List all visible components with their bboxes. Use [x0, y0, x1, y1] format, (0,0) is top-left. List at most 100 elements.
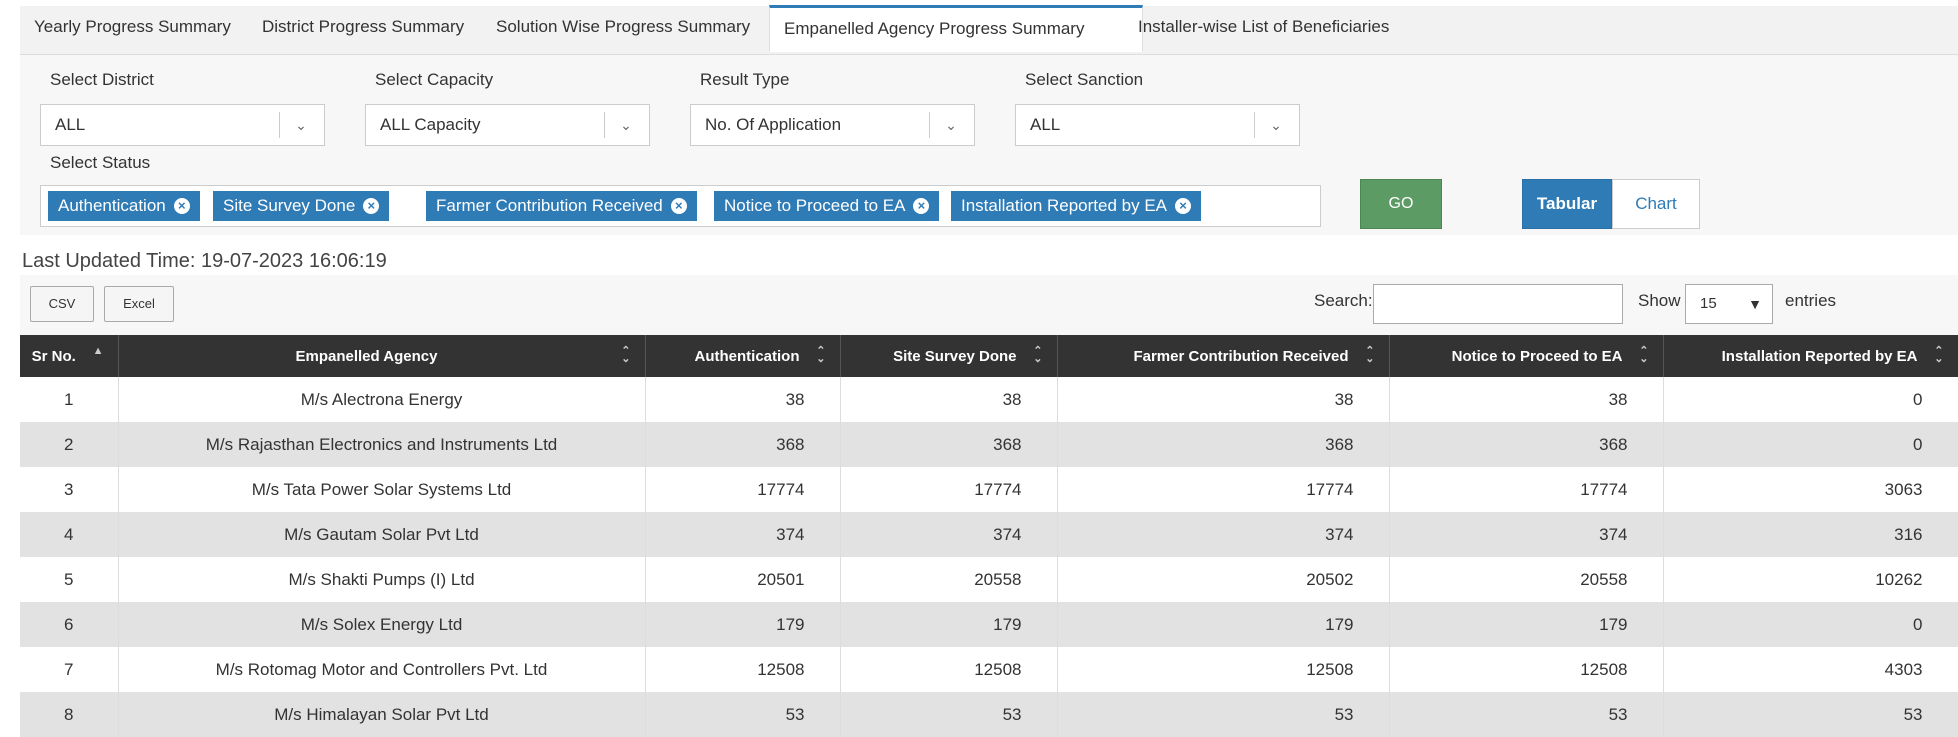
table-row: 4 M/s Gautam Solar Pvt Ltd 374 374 374 3…	[20, 512, 1958, 557]
cell-agency: M/s Alectrona Energy	[118, 377, 646, 422]
cell-agency: M/s Rotomag Motor and Controllers Pvt. L…	[118, 647, 646, 692]
cell-notice-to-proceed: 12508	[1389, 647, 1664, 692]
chevron-down-icon: ⌄	[295, 117, 307, 133]
cell-agency: M/s Rajasthan Electronics and Instrument…	[118, 422, 646, 467]
cell-installation-reported: 0	[1663, 422, 1958, 467]
cell-site-survey-done: 179	[840, 602, 1058, 647]
sanction-select[interactable]: ALL ⌄	[1015, 104, 1300, 146]
cell-authentication: 179	[645, 602, 841, 647]
cell-authentication: 38	[645, 377, 841, 422]
tab-district-progress-summary[interactable]: District Progress Summary	[262, 6, 464, 54]
cell-agency: M/s Gautam Solar Pvt Ltd	[118, 512, 646, 557]
tab-yearly-progress-summary[interactable]: Yearly Progress Summary	[34, 6, 231, 54]
cell-agency: M/s Shakti Pumps (I) Ltd	[118, 557, 646, 602]
table-row: 5 M/s Shakti Pumps (I) Ltd 20501 20558 2…	[20, 557, 1958, 602]
page-length-value: 15	[1700, 295, 1717, 312]
remove-tag-icon[interactable]: ×	[363, 198, 380, 214]
column-header-farmer-contribution-received[interactable]: Farmer Contribution Received ⌃ ⌄	[1057, 335, 1390, 377]
sanction-label: Select Sanction	[1025, 70, 1144, 89]
cell-authentication: 374	[645, 512, 841, 557]
table-row: 2 M/s Rajasthan Electronics and Instrume…	[20, 422, 1958, 467]
sanction-value: ALL	[1030, 115, 1061, 134]
remove-tag-icon[interactable]: ×	[913, 198, 930, 214]
cell-farmer-contribution: 53	[1057, 692, 1390, 737]
go-button[interactable]: GO	[1360, 179, 1442, 229]
page-length-select[interactable]: 15 ▼	[1685, 284, 1773, 324]
cell-site-survey-done: 53	[840, 692, 1058, 737]
agency-progress-table: Sr No. ▲ Empanelled Agency ⌃ ⌄ Authentica…	[20, 335, 1958, 737]
column-header-label: Empanelled Agency	[295, 347, 438, 365]
status-tag-authentication[interactable]: Authentication ×	[48, 191, 200, 221]
search-label: Search:	[1314, 291, 1373, 310]
cell-site-survey-done: 20558	[840, 557, 1058, 602]
chevron-down-icon: ⌄	[1270, 117, 1282, 133]
capacity-value: ALL Capacity	[380, 115, 481, 134]
column-header-empanelled-agency[interactable]: Empanelled Agency ⌃ ⌄	[118, 335, 646, 377]
cell-authentication: 17774	[645, 467, 841, 512]
summary-tabs: Yearly Progress Summary District Progres…	[20, 5, 1958, 55]
chevron-down-icon: ⌄	[620, 117, 632, 133]
remove-tag-icon[interactable]: ×	[1175, 198, 1192, 214]
sort-icon: ⌃ ⌄	[1639, 345, 1649, 365]
sort-icon: ⌃ ⌄	[816, 345, 826, 365]
tag-label: Farmer Contribution Received	[436, 196, 663, 215]
cell-notice-to-proceed: 38	[1389, 377, 1664, 422]
chart-view-button[interactable]: Chart	[1612, 179, 1700, 229]
cell-authentication: 53	[645, 692, 841, 737]
tab-installer-wise-list[interactable]: Installer-wise List of Beneficiaries	[1138, 6, 1389, 54]
search-input[interactable]	[1373, 284, 1623, 324]
cell-sr-no: 3	[20, 467, 119, 512]
column-header-notice-to-proceed[interactable]: Notice to Proceed to EA ⌃ ⌄	[1389, 335, 1664, 377]
cell-notice-to-proceed: 20558	[1389, 557, 1664, 602]
cell-farmer-contribution: 368	[1057, 422, 1390, 467]
district-value: ALL	[55, 115, 86, 134]
table-row: 7 M/s Rotomag Motor and Controllers Pvt.…	[20, 647, 1958, 692]
cell-installation-reported: 0	[1663, 602, 1958, 647]
table-row: 3 M/s Tata Power Solar Systems Ltd 17774…	[20, 467, 1958, 512]
cell-sr-no: 6	[20, 602, 119, 647]
chevron-down-icon: ▼	[1748, 296, 1762, 312]
cell-site-survey-done: 38	[840, 377, 1058, 422]
district-select[interactable]: ALL ⌄	[40, 104, 325, 146]
cell-notice-to-proceed: 179	[1389, 602, 1664, 647]
cell-sr-no: 1	[20, 377, 119, 422]
result-type-select[interactable]: No. Of Application ⌄	[690, 104, 975, 146]
column-header-authentication[interactable]: Authentication ⌃ ⌄	[645, 335, 841, 377]
column-header-label: Authentication	[694, 347, 800, 365]
cell-site-survey-done: 12508	[840, 647, 1058, 692]
cell-installation-reported: 3063	[1663, 467, 1958, 512]
cell-sr-no: 4	[20, 512, 119, 557]
select-divider	[929, 112, 930, 138]
cell-sr-no: 8	[20, 692, 119, 737]
show-label: Show	[1638, 291, 1681, 310]
status-tag-farmer-contribution-received[interactable]: Farmer Contribution Received ×	[426, 191, 697, 221]
status-multiselect[interactable]: Authentication × Site Survey Done × Farmer…	[40, 185, 1321, 227]
status-tag-site-survey-done[interactable]: Site Survey Done ×	[213, 191, 390, 221]
cell-farmer-contribution: 38	[1057, 377, 1390, 422]
column-header-sr-no[interactable]: Sr No. ▲	[20, 335, 119, 377]
cell-site-survey-done: 374	[840, 512, 1058, 557]
excel-export-button[interactable]: Excel	[104, 286, 174, 322]
cell-site-survey-done: 17774	[840, 467, 1058, 512]
cell-installation-reported: 53	[1663, 692, 1958, 737]
csv-export-button[interactable]: CSV	[30, 286, 94, 322]
tabular-view-button[interactable]: Tabular	[1522, 179, 1612, 229]
select-divider	[1254, 112, 1255, 138]
column-header-label: Notice to Proceed to EA	[1451, 347, 1623, 365]
column-header-site-survey-done[interactable]: Site Survey Done ⌃ ⌄	[840, 335, 1058, 377]
tab-empanelled-agency-progress-summary[interactable]: Empanelled Agency Progress Summary	[769, 5, 1143, 52]
table-header-row: Sr No. ▲ Empanelled Agency ⌃ ⌄ Authentica…	[20, 335, 1958, 377]
tab-solution-wise-progress-summary[interactable]: Solution Wise Progress Summary	[496, 6, 750, 54]
tag-label: Installation Reported by EA	[961, 196, 1168, 215]
status-tag-installation-reported[interactable]: Installation Reported by EA ×	[951, 191, 1202, 221]
status-tag-notice-to-proceed[interactable]: Notice to Proceed to EA ×	[714, 191, 940, 221]
cell-notice-to-proceed: 374	[1389, 512, 1664, 557]
remove-tag-icon[interactable]: ×	[173, 198, 190, 214]
cell-notice-to-proceed: 368	[1389, 422, 1664, 467]
tag-label: Authentication	[58, 196, 166, 215]
column-header-installation-reported[interactable]: Installation Reported by EA ⌃ ⌄	[1663, 335, 1958, 377]
cell-site-survey-done: 368	[840, 422, 1058, 467]
remove-tag-icon[interactable]: ×	[670, 198, 687, 214]
column-header-label: Site Survey Done	[893, 347, 1017, 365]
capacity-select[interactable]: ALL Capacity ⌄	[365, 104, 650, 146]
